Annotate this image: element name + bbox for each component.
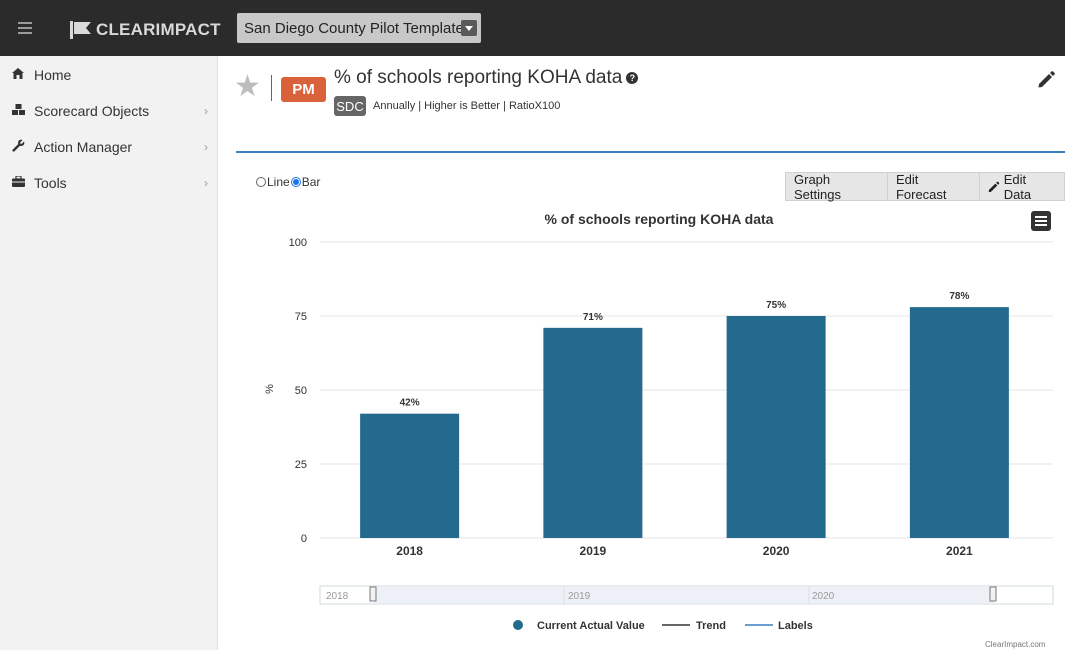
- header-separator: [236, 151, 1065, 153]
- navigator-track: [319, 585, 1054, 605]
- home-icon: [12, 68, 34, 82]
- bar: [726, 316, 826, 538]
- range-navigator: 2018 2019 2020: [319, 585, 1054, 605]
- sidebar-item-tools[interactable]: Tools ›: [0, 165, 218, 201]
- pencil-icon: [988, 181, 1000, 192]
- bar-radio-label[interactable]: Bar: [302, 175, 321, 189]
- data-label: 42%: [400, 398, 420, 409]
- logo-text: CLEARIMPACT: [96, 20, 221, 39]
- x-tick-label: 2021: [946, 544, 973, 558]
- navigator-label: 2019: [568, 591, 591, 602]
- data-labels: 42% 71% 75% 78%: [400, 291, 970, 409]
- template-selector-label: San Diego County Pilot Template: [244, 19, 464, 37]
- y-tick-label: 50: [295, 385, 307, 397]
- graph-settings-label: Graph Settings: [794, 171, 841, 202]
- grid-lines: [320, 241, 1053, 539]
- edit-forecast-label: Edit Forecast: [895, 171, 947, 202]
- graph-settings-button[interactable]: Graph Settings: [785, 171, 887, 202]
- data-label: 78%: [949, 291, 969, 302]
- sidebar: Home Scorecard Objects › Action Manager …: [0, 56, 218, 650]
- x-tick-labels: 2018 2019 2020 2021: [396, 544, 973, 558]
- bar: [360, 413, 460, 538]
- sidebar-item-action-manager[interactable]: Action Manager ›: [0, 129, 218, 165]
- sidebar-item-home[interactable]: Home: [0, 57, 218, 93]
- page-title-text: % of schools reporting KOHA data: [334, 67, 623, 88]
- wrench-icon: [12, 139, 34, 155]
- chart-legend: Current Actual Value Trend Labels: [513, 620, 813, 632]
- hamburger-menu-icon[interactable]: [18, 22, 32, 34]
- y-tick-label: 0: [301, 533, 307, 545]
- chart-credit: ClearImpact.com: [985, 640, 1046, 649]
- navigator-label: 2018: [326, 591, 349, 602]
- chevron-right-icon: ›: [204, 104, 208, 118]
- x-tick-label: 2018: [396, 544, 423, 558]
- graph-toolbar: Graph Settings Edit Forecast Edit Data: [785, 171, 1065, 202]
- chart-type-radio-group: Line Bar: [256, 175, 320, 189]
- edit-data-label: Edit Data: [1003, 171, 1032, 202]
- edit-data-button[interactable]: Edit Data: [978, 171, 1065, 202]
- bar: [543, 327, 643, 538]
- y-tick-labels: 0 25 50 75 100: [289, 237, 307, 545]
- x-tick-label: 2019: [580, 544, 607, 558]
- template-selector[interactable]: San Diego County Pilot Template: [237, 13, 481, 43]
- chevron-right-icon: ›: [204, 176, 208, 190]
- question-circle-icon[interactable]: ?: [626, 72, 639, 84]
- y-axis-label: %: [264, 384, 276, 394]
- navigator-label: 2020: [812, 591, 835, 602]
- chevron-down-icon[interactable]: [461, 20, 477, 36]
- line-radio-label[interactable]: Line: [267, 175, 290, 189]
- legend-dot-icon: [513, 620, 523, 630]
- chart-menu-icon[interactable]: [1031, 211, 1051, 231]
- chart-title: % of schools reporting KOHA data: [545, 211, 774, 227]
- data-label: 71%: [583, 312, 603, 323]
- y-tick-label: 25: [295, 459, 307, 471]
- header-divider: [271, 75, 272, 101]
- legend-label: Labels: [778, 620, 813, 632]
- top-navbar: CLEARIMPACT San Diego County Pilot Templ…: [0, 0, 1065, 56]
- logo-flag-icon: [70, 21, 92, 39]
- data-label: 75%: [766, 300, 786, 311]
- sidebar-item-scorecard-objects[interactable]: Scorecard Objects ›: [0, 93, 218, 129]
- cubes-icon: [12, 103, 34, 119]
- y-tick-label: 75: [295, 311, 307, 323]
- app-logo[interactable]: CLEARIMPACT: [70, 18, 221, 42]
- sidebar-item-label: Tools: [34, 175, 67, 191]
- bar-series: [360, 307, 1009, 538]
- chevron-right-icon: ›: [204, 140, 208, 154]
- navigator-handle[interactable]: [989, 586, 997, 602]
- sidebar-item-label: Home: [34, 67, 72, 83]
- navigator-handle[interactable]: [369, 586, 377, 602]
- legend-label: Trend: [696, 620, 726, 632]
- briefcase-icon: [12, 175, 34, 190]
- measure-subtitle: Annually | Higher is Better | RatioX100: [373, 100, 561, 112]
- navigator-selection: [374, 586, 994, 604]
- edit-forecast-button[interactable]: Edit Forecast: [886, 171, 979, 202]
- favorite-star-icon[interactable]: ★: [234, 72, 261, 102]
- sidebar-item-label: Action Manager: [34, 139, 133, 155]
- edit-pencil-icon[interactable]: [1036, 70, 1056, 90]
- line-radio[interactable]: [256, 177, 266, 187]
- legend-label: Current Actual Value: [537, 620, 645, 632]
- bar-radio[interactable]: [290, 177, 301, 187]
- x-tick-label: 2020: [763, 544, 790, 558]
- scorecard-badge[interactable]: SDC: [334, 96, 366, 116]
- page-title: % of schools reporting KOHA data?: [334, 67, 639, 89]
- object-type-badge: PM: [281, 77, 326, 102]
- y-tick-label: 100: [289, 237, 307, 249]
- bar: [909, 307, 1009, 538]
- sidebar-item-label: Scorecard Objects: [34, 103, 150, 119]
